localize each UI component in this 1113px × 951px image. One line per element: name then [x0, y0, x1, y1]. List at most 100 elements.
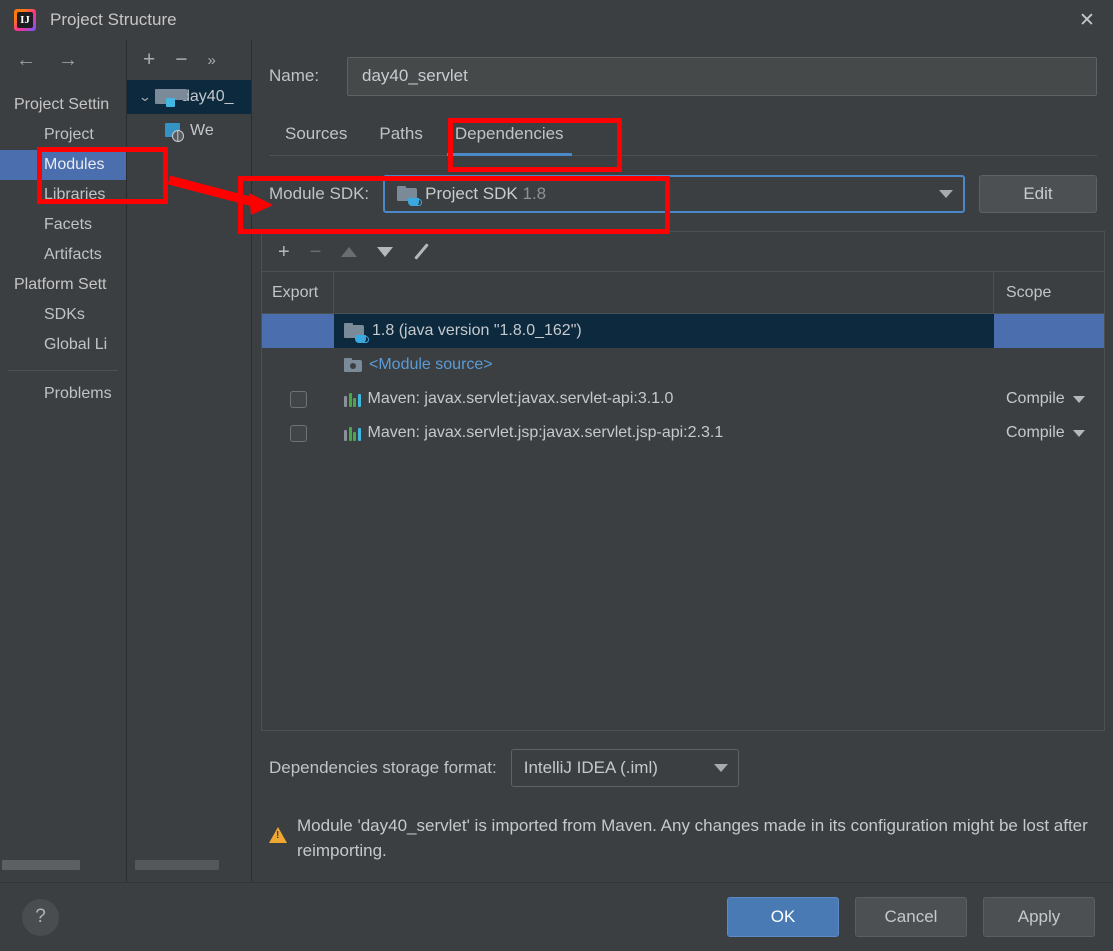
tab-sources[interactable]: Sources: [269, 124, 363, 155]
cell-scope[interactable]: Compile: [994, 382, 1104, 416]
warning-triangle-icon: [269, 827, 287, 843]
add-module-icon[interactable]: +: [143, 48, 155, 72]
remove-module-icon[interactable]: −: [175, 48, 187, 72]
edit-sdk-button[interactable]: Edit: [979, 175, 1097, 213]
triangle-down-icon[interactable]: [377, 246, 394, 257]
name-label: Name:: [269, 66, 320, 85]
module-tabs: Sources Paths Dependencies: [269, 110, 1097, 156]
maven-warning: Module 'day40_servlet' is imported from …: [269, 813, 1097, 863]
sidebar-item-libraries[interactable]: Libraries: [0, 180, 126, 210]
dependencies-toolbar: + −: [262, 232, 1104, 272]
sidebar-divider: [8, 370, 118, 371]
module-icon: [155, 89, 187, 107]
tree-node-web-facet[interactable]: We: [127, 114, 251, 148]
cell-name: Maven: javax.servlet.jsp:javax.servlet.j…: [334, 416, 994, 450]
remove-dependency-icon[interactable]: −: [310, 242, 322, 262]
tab-dependencies[interactable]: Dependencies: [439, 124, 580, 156]
sidebar-list: Project Settin Project Modules Libraries…: [0, 80, 126, 409]
module-tree-panel: + − » ⌄ day40_ We: [126, 40, 252, 882]
storage-format-dropdown[interactable]: IntelliJ IDEA (.iml): [510, 749, 739, 787]
dependencies-table-header: Export Scope: [262, 272, 1104, 314]
chevron-down-icon[interactable]: [939, 190, 953, 198]
help-button[interactable]: ?: [22, 898, 59, 936]
sdk-folder-java-icon: [344, 322, 369, 343]
cell-export[interactable]: [262, 314, 334, 348]
sidebar-item-project[interactable]: Project: [0, 120, 126, 150]
forward-icon[interactable]: →: [58, 49, 78, 72]
table-row[interactable]: Maven: javax.servlet.jsp:javax.servlet.j…: [262, 416, 1104, 450]
module-sdk-dropdown[interactable]: Project SDK 1.8: [383, 175, 965, 213]
cell-scope: [994, 314, 1104, 348]
sidebar-item-artifacts[interactable]: Artifacts: [0, 240, 126, 270]
chevron-down-icon[interactable]: [1072, 395, 1085, 403]
cell-scope[interactable]: Compile: [994, 416, 1104, 450]
cell-export[interactable]: [262, 382, 334, 416]
tree-node-label: We: [190, 122, 214, 139]
sidebar-item-facets[interactable]: Facets: [0, 210, 126, 240]
dependency-label: Maven: javax.servlet.jsp:javax.servlet.j…: [367, 424, 724, 441]
table-row[interactable]: Maven: javax.servlet:javax.servlet-api:3…: [262, 382, 1104, 416]
storage-format-value: IntelliJ IDEA (.iml): [523, 758, 658, 777]
dependency-label: 1.8 (java version "1.8.0_162"): [372, 322, 582, 339]
tree-horizontal-scrollbar[interactable]: [127, 858, 253, 870]
cell-export[interactable]: [262, 416, 334, 450]
add-dependency-icon[interactable]: +: [278, 242, 290, 262]
back-icon[interactable]: ←: [16, 49, 36, 72]
settings-sidebar: ← → Project Settin Project Modules Libra…: [0, 40, 126, 882]
cancel-button[interactable]: Cancel: [855, 897, 967, 937]
sidebar-item-problems[interactable]: Problems: [0, 379, 126, 409]
triangle-up-icon[interactable]: [341, 246, 358, 257]
title-bar: IJ Project Structure ✕: [0, 0, 1113, 40]
sdk-version: 1.8: [522, 184, 547, 203]
sidebar-item-sdks[interactable]: SDKs: [0, 300, 126, 330]
web-facet-icon: [165, 122, 184, 142]
more-actions-icon[interactable]: »: [208, 52, 216, 69]
maven-library-icon: [344, 392, 361, 407]
intellij-idea-icon: IJ: [14, 9, 36, 31]
dependencies-table-container: + − Export Scope 1.8 (java version "1.8.…: [261, 231, 1105, 731]
column-header-name[interactable]: [334, 272, 994, 313]
project-structure-dialog: IJ Project Structure ✕ ← → Project Setti…: [0, 0, 1113, 951]
column-header-export[interactable]: Export: [262, 272, 334, 313]
ok-button[interactable]: OK: [727, 897, 839, 937]
scrollbar-thumb[interactable]: [2, 860, 80, 870]
dialog-footer: ? OK Cancel Apply: [0, 882, 1113, 951]
column-header-scope[interactable]: Scope: [994, 272, 1104, 313]
dependency-label: Maven: javax.servlet:javax.servlet-api:3…: [367, 390, 674, 407]
tab-paths[interactable]: Paths: [363, 124, 438, 155]
module-name-input[interactable]: day40_servlet: [347, 56, 1097, 96]
module-source-icon: [344, 357, 362, 373]
export-checkbox[interactable]: [289, 390, 307, 408]
dialog-buttons: OK Cancel Apply: [727, 897, 1095, 937]
scrollbar-thumb[interactable]: [135, 860, 219, 870]
scope-value: Compile: [1006, 424, 1065, 441]
module-sdk-value: Project SDK 1.8: [425, 184, 546, 204]
chevron-down-icon[interactable]: [713, 764, 728, 772]
apply-button[interactable]: Apply: [983, 897, 1095, 937]
cell-scope: [994, 348, 1104, 382]
pencil-icon[interactable]: [413, 243, 430, 260]
storage-format-label: Dependencies storage format:: [269, 758, 497, 777]
tree-node-module[interactable]: ⌄ day40_: [127, 80, 251, 114]
table-row[interactable]: 1.8 (java version "1.8.0_162"): [262, 314, 1104, 348]
table-row[interactable]: <Module source>: [262, 348, 1104, 382]
cell-export[interactable]: [262, 348, 334, 382]
cell-name: 1.8 (java version "1.8.0_162"): [334, 314, 994, 348]
close-icon[interactable]: ✕: [1061, 0, 1113, 40]
scope-value: Compile: [1006, 390, 1065, 407]
sidebar-item-modules[interactable]: Modules: [0, 150, 126, 180]
module-name-row: Name: day40_servlet: [269, 54, 1097, 98]
dependencies-table-body: 1.8 (java version "1.8.0_162") <Module s…: [262, 314, 1104, 730]
chevron-down-icon[interactable]: [1072, 429, 1085, 437]
sidebar-item-global-libraries[interactable]: Global Li: [0, 330, 126, 360]
sidebar-horizontal-scrollbar[interactable]: [0, 858, 126, 870]
sidebar-nav-toolbar: ← →: [0, 40, 126, 80]
module-sdk-row: Module SDK: Project SDK 1.8 Edit: [269, 173, 1097, 215]
sidebar-group-project-settings: Project Settin: [14, 96, 110, 113]
sdk-name: Project SDK: [425, 184, 518, 203]
module-tree-toolbar: + − »: [127, 40, 251, 80]
chevron-down-icon[interactable]: ⌄: [133, 89, 158, 105]
export-checkbox[interactable]: [289, 424, 307, 442]
maven-library-icon: [344, 426, 361, 441]
storage-format-row: Dependencies storage format: IntelliJ ID…: [269, 749, 1097, 787]
